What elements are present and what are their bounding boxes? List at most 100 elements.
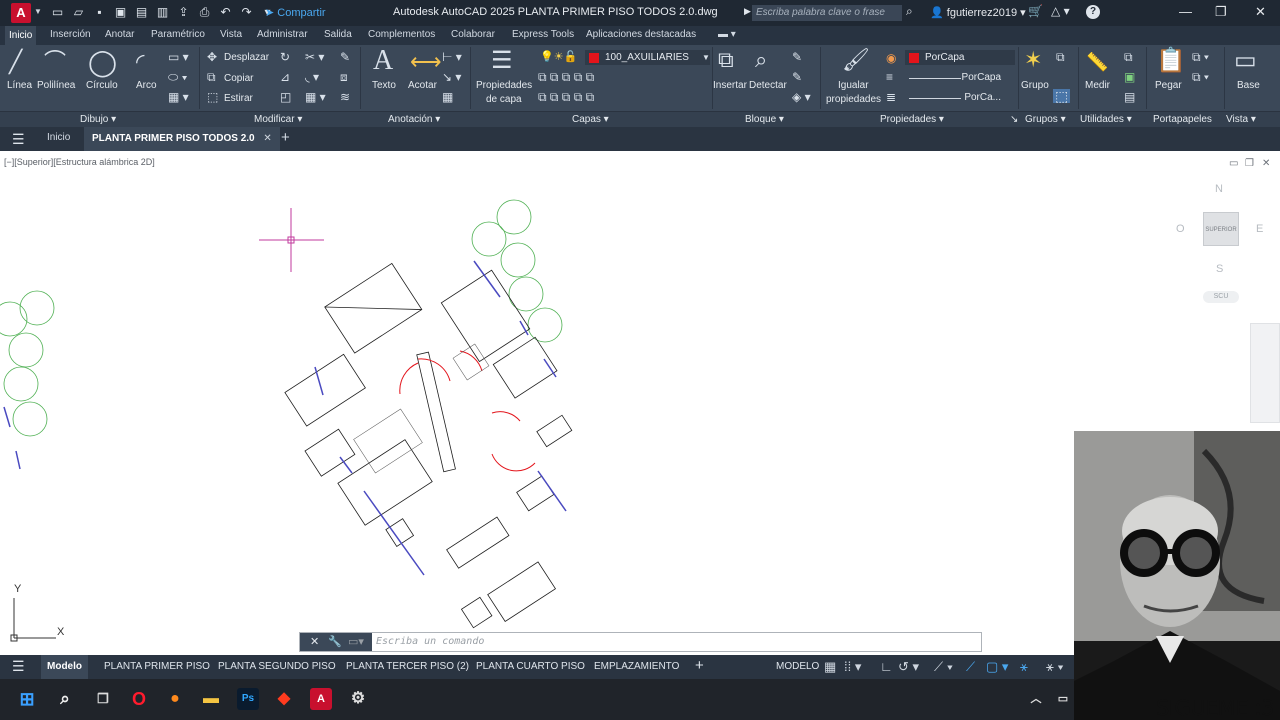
- ribbon-tab-parametrico[interactable]: Paramétrico: [151, 29, 205, 40]
- layer-properties-icon[interactable]: ☰: [491, 49, 513, 73]
- paste-button[interactable]: Pegar: [1155, 80, 1182, 91]
- linetype-icon[interactable]: ≡: [886, 71, 893, 83]
- group-select-icon[interactable]: ⬚: [1053, 89, 1071, 103]
- windows-start-icon[interactable]: ⊞: [16, 688, 38, 710]
- viewcube[interactable]: SUPERIOR: [1203, 212, 1239, 246]
- copy-clip-icon[interactable]: ⧉ ▾: [1192, 71, 1209, 83]
- fillet-icon[interactable]: ◟ ▾: [305, 71, 319, 83]
- block-edit-icon[interactable]: ✎: [792, 51, 802, 63]
- save-as-icon[interactable]: ▣: [112, 4, 129, 21]
- trim-icon[interactable]: ✂ ▾: [305, 51, 324, 63]
- workspace-icon[interactable]: ⚹ ▾: [1046, 659, 1064, 675]
- tray-app-icon[interactable]: ▭: [1052, 688, 1074, 710]
- gradient-icon[interactable]: ▦ ▾: [168, 91, 189, 103]
- panel-title-modificar[interactable]: Modificar ▾: [254, 114, 302, 125]
- minimize-icon[interactable]: —: [1179, 4, 1192, 19]
- ucs-menu[interactable]: SCU: [1203, 291, 1239, 303]
- isodraft-icon[interactable]: ⟋ ▾: [934, 659, 953, 675]
- base-view-button[interactable]: Base: [1237, 80, 1260, 91]
- file-tabs-menu-icon[interactable]: ☰: [12, 131, 25, 148]
- annotation-scale-icon[interactable]: ⚹: [1020, 659, 1028, 675]
- cart-icon[interactable]: 🛒: [1028, 4, 1043, 18]
- dimension-button[interactable]: Acotar: [408, 80, 437, 91]
- panel-title-portapapeles[interactable]: Portapapeles: [1153, 114, 1212, 125]
- layout-tab-tercer-piso[interactable]: PLANTA TERCER PISO (2): [346, 661, 469, 672]
- new-file-icon[interactable]: ▭: [49, 4, 66, 21]
- block-attr-icon[interactable]: ✎: [792, 71, 802, 83]
- ribbon-tab-complementos[interactable]: Complementos: [368, 29, 435, 40]
- layer-state-icons[interactable]: 💡☀🔓: [540, 52, 577, 63]
- print-icon[interactable]: ⎙: [196, 4, 213, 21]
- layer-dropdown[interactable]: 100_AXUILIARIES: [585, 50, 710, 65]
- linear-dim-icon[interactable]: ⊢ ▾: [442, 51, 462, 63]
- snap-icon[interactable]: ⁞⁞ ▾: [844, 659, 861, 675]
- panel-expand-icon[interactable]: ↘: [1010, 114, 1018, 125]
- save-icon[interactable]: ▪: [91, 4, 108, 21]
- layout-tab-emplazamiento[interactable]: EMPLAZAMIENTO: [594, 661, 679, 672]
- panel-title-dibujo[interactable]: Dibujo ▾: [80, 114, 116, 125]
- circle-icon[interactable]: ◯: [88, 49, 117, 75]
- lineweight-icon[interactable]: ≣: [886, 91, 896, 103]
- search-icon[interactable]: ⌕: [906, 4, 913, 19]
- stretch-button[interactable]: Estirar: [224, 93, 253, 104]
- rectangle-icon[interactable]: ▭ ▾: [168, 51, 189, 63]
- block-create-icon[interactable]: ◈ ▾: [792, 91, 811, 103]
- search-expand-icon[interactable]: ▶: [744, 6, 751, 17]
- ribbon-tab-inicio[interactable]: Inicio: [5, 26, 37, 45]
- copy-button[interactable]: Copiar: [224, 73, 253, 84]
- text-icon[interactable]: A: [373, 47, 393, 75]
- ungroup-icon[interactable]: ⧉: [1056, 51, 1065, 63]
- command-close-icon[interactable]: ✕: [310, 635, 319, 648]
- stretch-icon[interactable]: ⬚: [207, 91, 218, 103]
- viewcube-south[interactable]: S: [1216, 263, 1223, 275]
- dimension-icon[interactable]: ⟷: [410, 51, 442, 73]
- viewcube-west[interactable]: O: [1176, 223, 1185, 235]
- panel-title-vista[interactable]: Vista ▾: [1226, 114, 1256, 125]
- text-button[interactable]: Texto: [372, 80, 396, 91]
- measure-icon[interactable]: 📏: [1086, 53, 1108, 71]
- web-save-icon[interactable]: ▤: [133, 4, 150, 21]
- circle-button[interactable]: Círculo: [86, 80, 118, 91]
- layout-tab-primer-piso[interactable]: PLANTA PRIMER PISO: [104, 661, 210, 672]
- command-history-icon[interactable]: ▭▾: [348, 635, 364, 648]
- autodesk-a360-icon[interactable]: △ ▾: [1051, 4, 1070, 18]
- layer-properties-label[interactable]: Propiedades: [476, 80, 532, 91]
- viewport-close-icon[interactable]: ✕: [1262, 158, 1270, 169]
- match-properties-label-2[interactable]: propiedades: [826, 94, 881, 105]
- layer-tools-row-1[interactable]: ⧉ ⧉ ⧉ ⧉ ⧉: [538, 71, 594, 83]
- user-account-button[interactable]: 👤 fgutierrez2019 ▾: [930, 6, 1026, 19]
- autocad-taskbar-icon[interactable]: A: [310, 688, 332, 710]
- move-icon[interactable]: ✥: [207, 51, 217, 63]
- insert-button[interactable]: Insertar: [713, 80, 747, 91]
- polar-icon[interactable]: ↺ ▾: [898, 659, 919, 675]
- redo-icon[interactable]: ↷: [238, 4, 255, 21]
- paste-icon[interactable]: 📋: [1156, 49, 1186, 73]
- help-icon[interactable]: ?: [1086, 5, 1100, 19]
- base-view-icon[interactable]: ▭: [1234, 49, 1257, 73]
- viewport-restore-icon[interactable]: ❐: [1245, 158, 1254, 169]
- undo-icon[interactable]: ↶: [217, 4, 234, 21]
- autocad-logo-button[interactable]: A: [11, 3, 31, 23]
- layer-dropdown-chevron-icon[interactable]: ▼: [702, 54, 710, 62]
- close-tab-icon[interactable]: ✕: [263, 133, 271, 144]
- ribbon-tab-vista[interactable]: Vista: [220, 29, 242, 40]
- viewport-minimize-icon[interactable]: ▭: [1229, 158, 1238, 169]
- calculator-icon[interactable]: ▤: [1124, 91, 1135, 103]
- layout-tab-modelo[interactable]: Modelo: [41, 655, 88, 679]
- ribbon-tab-insercion[interactable]: Inserción: [50, 29, 91, 40]
- group-icon[interactable]: ✶: [1024, 49, 1042, 71]
- match-properties-icon[interactable]: 🖌: [842, 49, 870, 71]
- explode-icon[interactable]: ⧈: [340, 71, 348, 83]
- layout-tabs-menu-icon[interactable]: ☰: [12, 658, 25, 675]
- ribbon-tab-more-icon[interactable]: ▬ ▾: [718, 29, 736, 40]
- layer-tools-row-2[interactable]: ⧉ ⧉ ⧉ ⧉ ⧉: [538, 91, 594, 103]
- ribbon-tab-colaborar[interactable]: Colaborar: [451, 29, 495, 40]
- cloud-icon[interactable]: ▥: [154, 4, 171, 21]
- grid-icon[interactable]: ▦: [824, 659, 836, 675]
- task-view-icon[interactable]: ❐: [92, 688, 114, 710]
- move-button[interactable]: Desplazar: [224, 52, 269, 63]
- color-wheel-icon[interactable]: ◉: [886, 52, 896, 64]
- measure-button[interactable]: Medir: [1085, 80, 1110, 91]
- app-diamond-icon[interactable]: ◆: [273, 688, 295, 710]
- navigation-bar[interactable]: [1250, 323, 1280, 423]
